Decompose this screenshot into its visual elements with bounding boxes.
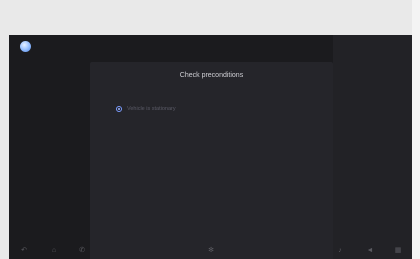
precondition-label: Vehicle is stationary	[127, 106, 176, 112]
right-panel	[333, 35, 412, 259]
volume-icon[interactable]: ◄	[365, 246, 375, 256]
radio-dot	[117, 107, 121, 111]
precondition-item[interactable]: Vehicle is stationary	[116, 106, 176, 112]
apps-icon[interactable]: ▦	[393, 246, 403, 256]
avatar-icon[interactable]	[20, 41, 31, 52]
page-edge	[412, 0, 420, 259]
phone-icon[interactable]: ✆	[77, 246, 87, 256]
music-icon[interactable]: ♪	[335, 246, 345, 256]
preconditions-dialog: Check preconditions Vehicle is stationar…	[90, 62, 333, 259]
head-unit-screen: Check preconditions Vehicle is stationar…	[9, 35, 412, 259]
dialog-title: Check preconditions	[179, 72, 244, 79]
radio-icon[interactable]	[116, 106, 122, 112]
back-icon[interactable]: ↶	[19, 246, 29, 256]
fan-icon[interactable]: ✻	[206, 246, 216, 256]
home-icon[interactable]: ⌂	[49, 246, 59, 256]
bottom-bar: ↶ ⌂ ✆ ✻ ♪ ◄ ▦	[9, 243, 412, 259]
